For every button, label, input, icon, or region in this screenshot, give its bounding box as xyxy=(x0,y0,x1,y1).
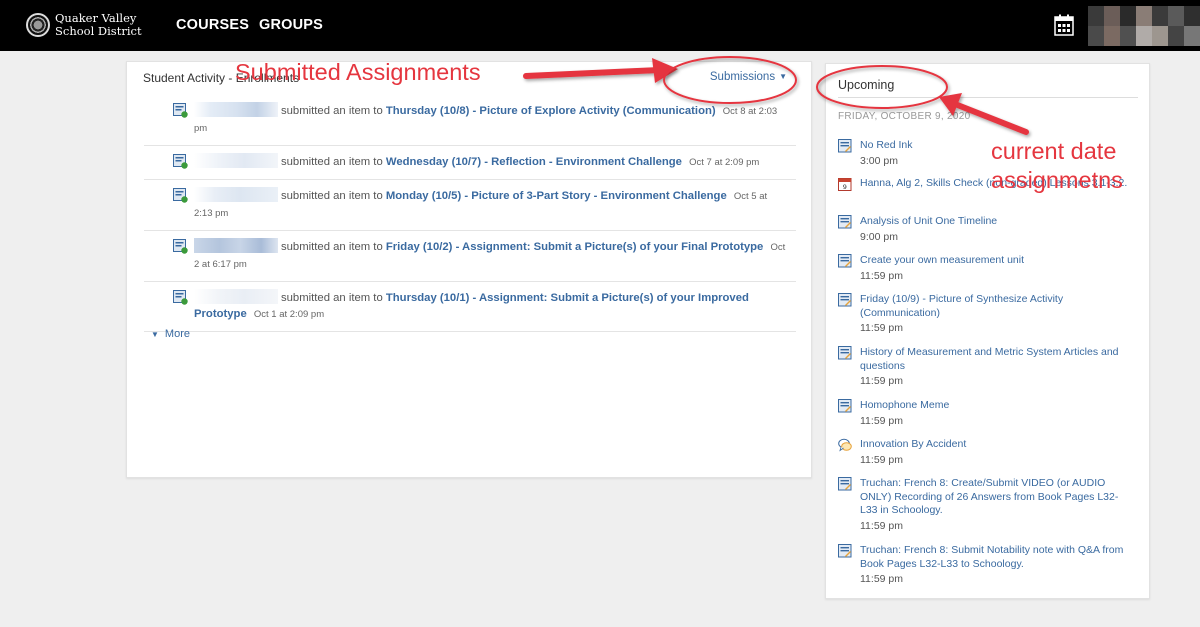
upcoming-item-time: 11:59 pm xyxy=(860,519,903,532)
upcoming-item-time: 11:59 pm xyxy=(860,375,903,387)
school-seal-icon xyxy=(26,13,50,37)
upcoming-item-link[interactable]: Innovation By Accident xyxy=(860,438,1128,452)
annotation-submitted-assignments: Submitted Assignments xyxy=(235,59,481,85)
activity-item: submitted an item to Friday (10/2) - Ass… xyxy=(144,231,796,282)
assignment-icon xyxy=(838,293,852,307)
user-avatar-blurred[interactable] xyxy=(1088,6,1200,46)
annotation-current-date: current date assignmetns xyxy=(991,137,1123,195)
assignment-submitted-icon xyxy=(173,154,188,169)
logo-line-2: School District xyxy=(55,23,142,38)
activity-action: submitted an item to xyxy=(281,105,383,117)
upcoming-title: Upcoming xyxy=(838,78,895,92)
upcoming-item-time: 11:59 pm xyxy=(860,414,903,427)
activity-item: submitted an item to Thursday (10/8) - P… xyxy=(144,95,796,146)
activity-list: submitted an item to Thursday (10/8) - P… xyxy=(144,95,796,332)
assignment-link[interactable]: Wednesday (10/7) - Reflection - Environm… xyxy=(386,156,682,168)
upcoming-item-link[interactable]: Friday (10/9) - Picture of Synthesize Ac… xyxy=(860,293,1128,320)
assignment-icon xyxy=(838,254,852,268)
discussion-icon xyxy=(838,438,852,452)
timestamp: Oct 7 at 2:09 pm xyxy=(689,157,760,168)
activity-item: submitted an item to Monday (10/5) - Pic… xyxy=(144,180,796,231)
school-name: Quaker Valley School District xyxy=(55,12,142,37)
assignment-submitted-icon xyxy=(173,103,188,118)
chevron-down-icon: ▼ xyxy=(151,330,159,339)
top-navigation-bar: Quaker Valley School District COURSES GR… xyxy=(0,0,1200,51)
blurred-student-name xyxy=(194,102,278,117)
upcoming-item-time: 9:00 pm xyxy=(860,230,898,243)
upcoming-item: Friday (10/9) - Picture of Synthesize Ac… xyxy=(838,293,1128,336)
annotation-line-1: current date xyxy=(991,138,1117,164)
assignment-link[interactable]: Friday (10/2) - Assignment: Submit a Pic… xyxy=(386,241,763,253)
assignment-icon xyxy=(838,544,852,558)
upcoming-item: History of Measurement and Metric System… xyxy=(838,346,1128,389)
svg-text:9: 9 xyxy=(843,183,847,191)
divider xyxy=(838,97,1138,98)
blurred-student-name xyxy=(194,289,278,304)
upcoming-item-time: 11:59 pm xyxy=(860,573,903,585)
submissions-filter-label: Submissions xyxy=(709,71,776,83)
upcoming-item-link[interactable]: Create your own measurement unit xyxy=(860,254,1128,268)
upcoming-item-link[interactable]: Analysis of Unit One Timeline xyxy=(860,215,1128,229)
timestamp: Oct 1 at 2:09 pm xyxy=(253,309,325,320)
upcoming-item: Truchan: French 8: Create/Submit VIDEO (… xyxy=(838,477,1128,533)
upcoming-item: Create your own measurement unit 11:59 p… xyxy=(838,254,1128,283)
school-logo[interactable]: Quaker Valley School District xyxy=(26,12,146,40)
calendar-event-icon: 9 xyxy=(838,178,852,191)
upcoming-item-link[interactable]: Truchan: French 8: Submit Notability not… xyxy=(860,544,1128,571)
upcoming-item-time: 11:59 pm xyxy=(860,269,903,282)
blurred-student-name xyxy=(194,238,278,253)
assignment-submitted-icon xyxy=(173,290,188,305)
assignment-icon xyxy=(838,215,852,229)
upcoming-item-time: 11:59 pm xyxy=(860,322,903,334)
assignment-icon xyxy=(838,346,852,360)
activity-item: submitted an item to Wednesday (10/7) - … xyxy=(144,146,796,180)
assignment-link[interactable]: Thursday (10/8) - Picture of Explore Act… xyxy=(386,105,716,117)
nav-groups[interactable]: GROUPS xyxy=(259,17,323,33)
nav-courses[interactable]: COURSES xyxy=(176,17,249,33)
upcoming-item-time: 11:59 pm xyxy=(860,453,903,466)
upcoming-item-link[interactable]: History of Measurement and Metric System… xyxy=(860,346,1128,373)
submissions-filter-dropdown[interactable]: Submissions ▼ xyxy=(710,71,787,83)
more-label: More xyxy=(164,328,190,340)
upcoming-item: Homophone Meme 11:59 pm xyxy=(838,399,1128,428)
more-link[interactable]: ▼ More xyxy=(151,328,190,340)
activity-action: submitted an item to xyxy=(281,190,383,202)
activity-item: submitted an item to Thursday (10/1) - A… xyxy=(144,282,796,332)
date-header: FRIDAY, OCTOBER 9, 2020 xyxy=(838,111,971,122)
calendar-icon[interactable] xyxy=(1054,14,1074,36)
assignment-submitted-icon xyxy=(173,188,188,203)
blurred-student-name xyxy=(194,187,278,202)
upcoming-item: Innovation By Accident 11:59 pm xyxy=(838,438,1128,467)
blurred-student-name xyxy=(194,153,278,168)
assignment-icon xyxy=(838,139,852,153)
logo-line-1: Quaker Valley xyxy=(55,11,137,25)
annotation-line-2: assignmetns xyxy=(991,167,1123,193)
upcoming-item-link[interactable]: Homophone Meme xyxy=(860,399,1128,413)
assignment-icon xyxy=(838,399,852,413)
activity-action: submitted an item to xyxy=(281,241,383,253)
assignment-link[interactable]: Monday (10/5) - Picture of 3-Part Story … xyxy=(386,190,727,202)
upcoming-item-link[interactable]: Truchan: French 8: Create/Submit VIDEO (… xyxy=(860,477,1128,518)
upcoming-item: Truchan: French 8: Submit Notability not… xyxy=(838,544,1128,587)
chevron-down-icon: ▼ xyxy=(779,72,787,81)
student-activity-panel: Student Activity - Enrollments Submissio… xyxy=(126,61,812,478)
upcoming-item: Analysis of Unit One Timeline 9:00 pm xyxy=(838,215,1128,244)
activity-action: submitted an item to xyxy=(281,156,383,168)
assignment-submitted-icon xyxy=(173,239,188,254)
assignment-icon xyxy=(838,477,852,491)
activity-action: submitted an item to xyxy=(281,292,383,304)
